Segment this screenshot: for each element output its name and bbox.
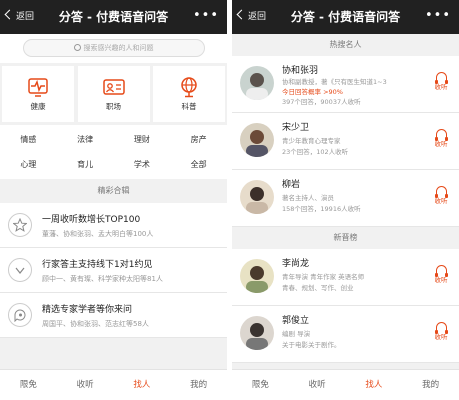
navbar: 返回 分答 - 付费语音问答 ••• — [0, 0, 227, 34]
person-bio: 协和副教授，著《只有医生知道1~3 — [282, 78, 387, 86]
search-bar: 搜索感兴趣的人和问题 — [0, 34, 227, 63]
listen-label: 收听 — [434, 197, 448, 205]
category-label: 健康 — [30, 102, 46, 111]
section-title: 热搜名人 — [232, 34, 459, 56]
tab-listen[interactable]: 收听 — [289, 370, 346, 400]
tag-item[interactable]: 学术 — [114, 152, 171, 177]
collection-item[interactable]: 一周收听数增长TOP100 董藩、协和张羽、孟大明白等100人 — [0, 203, 227, 248]
person-name: 宋少卫 — [282, 123, 310, 133]
person-stats: 158个回答，19916人收听 — [282, 205, 361, 213]
listen-button[interactable]: 收听 — [431, 72, 451, 91]
tag-item[interactable]: 心理 — [0, 152, 57, 177]
id-card-icon — [102, 76, 125, 98]
collection-item[interactable]: 行家答主支持线下1对1约见 顾中一、黄有璨、科学家种太阳等81人 — [0, 248, 227, 293]
listen-label: 收听 — [434, 83, 448, 91]
person-stats: 397个回答，90037人收听 — [282, 98, 361, 106]
question-icon — [8, 303, 32, 327]
heartbeat-icon — [27, 76, 49, 98]
person-name: 李尚龙 — [282, 259, 310, 269]
tag-item[interactable]: 情感 — [0, 127, 57, 152]
listen-button[interactable]: 收听 — [431, 186, 451, 205]
collection-subtitle: 顾中一、黄有璨、科学家种太阳等81人 — [42, 275, 163, 283]
person-bio: 编剧 导演 — [282, 330, 311, 338]
collection-item[interactable]: 精选专家学者等你来问 周国平、协和张羽、范志红等58人 — [0, 293, 227, 338]
globe-icon — [178, 76, 200, 98]
tab-find-people[interactable]: 找人 — [114, 370, 171, 400]
tab-mine[interactable]: 我的 — [170, 370, 227, 400]
avatar — [240, 316, 274, 350]
tab-bar: 限免 收听 找人 我的 — [232, 369, 459, 400]
headphones-icon — [434, 322, 448, 334]
listen-label: 收听 — [434, 140, 448, 148]
screens: 返回 分答 - 付费语音问答 ••• 搜索感兴趣的人和问题 健康 职场 科普 情… — [0, 0, 459, 400]
listen-label: 收听 — [434, 333, 448, 341]
avatar — [240, 259, 274, 293]
person-item[interactable]: 郭俊立 编剧 导演 关于电影关于剧作。 收听 — [232, 306, 459, 363]
more-menu-button[interactable]: ••• — [193, 9, 219, 22]
person-topics: 青春、规划、写作、创业 — [282, 284, 354, 292]
category-career[interactable]: 职场 — [77, 66, 150, 122]
person-bio: 青少年教育心理专家 — [282, 137, 341, 145]
person-name: 柳岩 — [282, 180, 301, 190]
tab-free[interactable]: 限免 — [0, 370, 57, 400]
tab-mine[interactable]: 我的 — [402, 370, 459, 400]
chevron-down-icon — [8, 258, 32, 282]
tag-item[interactable]: 房产 — [170, 127, 227, 152]
category-health[interactable]: 健康 — [2, 66, 74, 122]
headphones-icon — [434, 186, 448, 198]
tab-listen[interactable]: 收听 — [57, 370, 114, 400]
person-topics: 关于电影关于剧作。 — [282, 341, 341, 349]
search-icon — [73, 44, 81, 51]
person-name: 协和张羽 — [282, 66, 319, 76]
avatar — [240, 123, 274, 157]
avatar — [240, 180, 274, 214]
collection-subtitle: 董藩、协和张羽、孟大明白等100人 — [42, 230, 154, 238]
listen-label: 收听 — [434, 276, 448, 284]
person-item[interactable]: 柳岩 著名主持人、演员 158个回答，19916人收听 收听 — [232, 170, 459, 227]
headphones-icon — [434, 129, 448, 141]
tab-free[interactable]: 限免 — [232, 370, 289, 400]
star-icon — [8, 213, 32, 237]
category-science[interactable]: 科普 — [153, 66, 225, 122]
tag-item[interactable]: 法律 — [57, 127, 114, 152]
search-input[interactable]: 搜索感兴趣的人和问题 — [22, 39, 205, 57]
collection-title: 精选专家学者等你来问 — [42, 305, 133, 315]
answer-rate: 今日回答概率 >90% — [282, 88, 343, 96]
tab-find-people[interactable]: 找人 — [346, 370, 403, 400]
person-bio: 著名主持人、演员 — [282, 194, 334, 202]
navbar: 返回 分答 - 付费语音问答 ••• — [232, 0, 459, 34]
category-label: 职场 — [106, 102, 121, 111]
headphones-icon — [434, 72, 448, 84]
person-name: 郭俊立 — [282, 316, 310, 326]
find-people-screen: 返回 分答 - 付费语音问答 ••• 搜索感兴趣的人和问题 健康 职场 科普 情… — [0, 0, 227, 400]
person-item[interactable]: 李尚龙 青年导演 青年作家 英语名师 青春、规划、写作、创业 收听 — [232, 249, 459, 306]
search-placeholder: 搜索感兴趣的人和问题 — [83, 44, 154, 52]
person-item[interactable]: 宋少卫 青少年教育心理专家 23个回答，102人收听 收听 — [232, 113, 459, 170]
collection-title: 行家答主支持线下1对1约见 — [42, 260, 153, 270]
listen-button[interactable]: 收听 — [431, 265, 451, 284]
avatar — [240, 66, 274, 100]
category-grid: 健康 职场 科普 — [0, 63, 227, 125]
tab-bar: 限免 收听 找人 我的 — [0, 369, 227, 400]
tag-grid: 情感 法律 理财 房产 心理 育儿 学术 全部 — [0, 125, 227, 179]
tag-item[interactable]: 理财 — [114, 127, 171, 152]
more-menu-button[interactable]: ••• — [425, 9, 451, 22]
listen-button[interactable]: 收听 — [431, 129, 451, 148]
category-label: 科普 — [181, 102, 197, 111]
section-title: 新晋榜 — [232, 227, 459, 249]
ranking-screen: 返回 分答 - 付费语音问答 ••• 热搜名人 协和张羽 协和副教授，著《只有医… — [232, 0, 459, 400]
tag-item[interactable]: 育儿 — [57, 152, 114, 177]
person-stats: 23个回答，102人收听 — [282, 148, 349, 156]
collection-title: 一周收听数增长TOP100 — [42, 215, 141, 225]
collection-subtitle: 周国平、协和张羽、范志红等58人 — [42, 320, 149, 328]
headphones-icon — [434, 265, 448, 277]
listen-button[interactable]: 收听 — [431, 322, 451, 341]
section-title: 精彩合辑 — [0, 179, 227, 203]
person-item[interactable]: 协和张羽 协和副教授，著《只有医生知道1~3 今日回答概率 >90% 397个回… — [232, 56, 459, 113]
tag-item[interactable]: 全部 — [170, 152, 227, 177]
person-bio: 青年导演 青年作家 英语名师 — [282, 273, 365, 281]
